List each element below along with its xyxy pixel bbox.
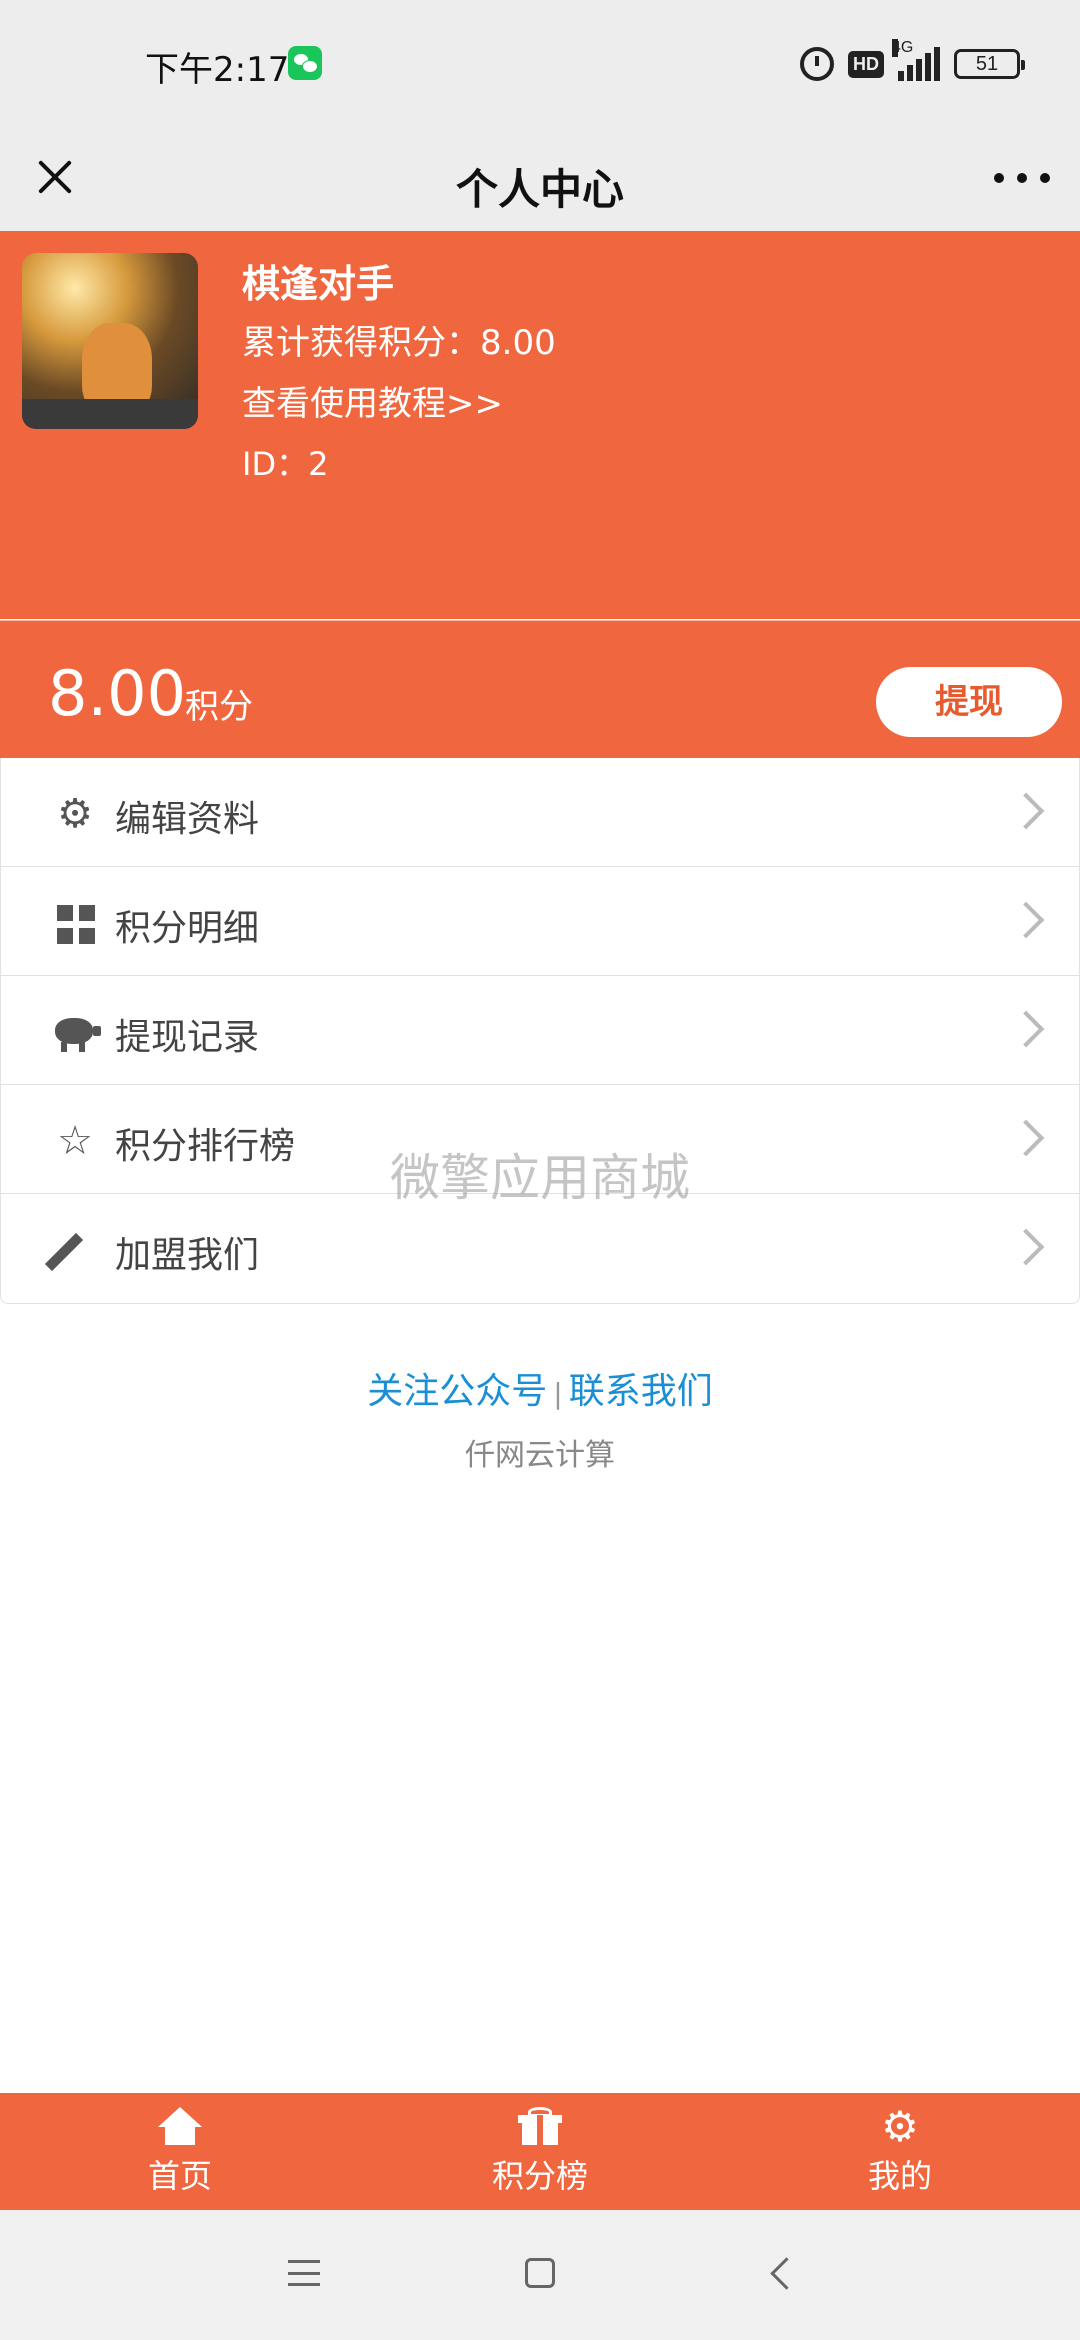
footer-separator: | — [553, 1377, 563, 1410]
balance-unit: 积分 — [185, 687, 253, 727]
tutorial-link[interactable]: 查看使用教程>> — [242, 376, 503, 425]
signal-icon: 4G — [892, 39, 940, 81]
wechat-notification-icon — [288, 46, 322, 80]
tab-label: 积分榜 — [491, 2157, 588, 2195]
hd-icon: HD — [848, 50, 884, 78]
back-icon[interactable] — [770, 2257, 803, 2290]
menu-item-join-us[interactable]: 加盟我们 — [1, 1194, 1079, 1303]
tab-mine[interactable]: ⚙ 我的 — [720, 2093, 1080, 2210]
menu-item-label: 积分排行榜 — [115, 1126, 296, 1167]
menu-item-points-detail[interactable]: 积分明细 — [1, 867, 1079, 976]
points-balance: 8.00 积分 提现 — [0, 620, 1080, 759]
status-indicators: HD 4G 51 — [800, 39, 1025, 86]
balance-value: 8.00 — [48, 657, 187, 730]
network-type: 4G — [892, 39, 914, 57]
follow-account-link[interactable]: 关注公众号 — [367, 1371, 547, 1412]
footer-company: 仟网云计算 — [465, 1438, 615, 1473]
menu-item-label: 加盟我们 — [115, 1235, 260, 1276]
home-button-icon[interactable] — [525, 2258, 555, 2288]
page-title: 个人中心 — [455, 165, 624, 214]
menu-list: ⚙ 编辑资料 积分明细 提现记录 ☆ 积分排行榜 加盟我们 — [0, 758, 1080, 1304]
tab-home[interactable]: 首页 — [0, 2093, 360, 2210]
menu-item-withdraw-records[interactable]: 提现记录 — [1, 976, 1079, 1085]
pencil-icon — [44, 1232, 84, 1272]
tab-leaderboard[interactable]: 积分榜 — [360, 2093, 720, 2210]
chevron-right-icon — [1007, 792, 1045, 830]
more-options-icon[interactable] — [994, 160, 1050, 196]
menu-item-label: 提现记录 — [115, 1017, 260, 1058]
avatar[interactable] — [22, 253, 198, 429]
tab-label: 我的 — [867, 2157, 932, 2195]
gear-icon: ⚙ — [881, 2102, 919, 2151]
system-navigation-bar — [0, 2210, 1080, 2340]
footer-links: 关注公众号 | 联系我们 — [0, 1362, 1080, 1414]
profile-name: 棋逢对手 — [242, 262, 395, 306]
profile-header: 棋逢对手 累计获得积分：8.00 查看使用教程>> ID：2 — [0, 231, 1080, 619]
chevron-right-icon — [1007, 901, 1045, 939]
gift-icon — [518, 2107, 562, 2147]
chevron-right-icon — [1007, 1119, 1045, 1157]
menu-item-edit-profile[interactable]: ⚙ 编辑资料 — [1, 758, 1079, 867]
chevron-right-icon — [1007, 1228, 1045, 1266]
star-icon: ☆ — [57, 1118, 93, 1164]
home-icon — [158, 2107, 202, 2147]
grid-icon — [57, 905, 97, 945]
tab-bar: 首页 积分榜 ⚙ 我的 — [0, 2093, 1080, 2210]
menu-item-label: 编辑资料 — [115, 799, 260, 840]
menu-item-label: 积分明细 — [115, 908, 260, 949]
user-id: ID：2 — [242, 445, 329, 483]
tab-label: 首页 — [147, 2157, 212, 2195]
menu-item-leaderboard[interactable]: ☆ 积分排行榜 — [1, 1085, 1079, 1194]
title-bar: 个人中心 — [0, 130, 1080, 231]
alarm-icon — [800, 47, 834, 81]
total-points: 累计获得积分：8.00 — [242, 323, 556, 363]
piggy-bank-icon — [55, 1018, 101, 1052]
status-time: 下午2:17 — [145, 50, 290, 90]
battery-icon: 51 — [954, 49, 1025, 79]
status-bar: 下午2:17 HD 4G 51 — [0, 0, 1080, 130]
recent-apps-icon[interactable] — [288, 2260, 320, 2286]
chevron-right-icon — [1007, 1010, 1045, 1048]
gear-icon: ⚙ — [57, 791, 93, 837]
contact-us-link[interactable]: 联系我们 — [569, 1371, 713, 1412]
withdraw-button[interactable]: 提现 — [876, 667, 1062, 737]
